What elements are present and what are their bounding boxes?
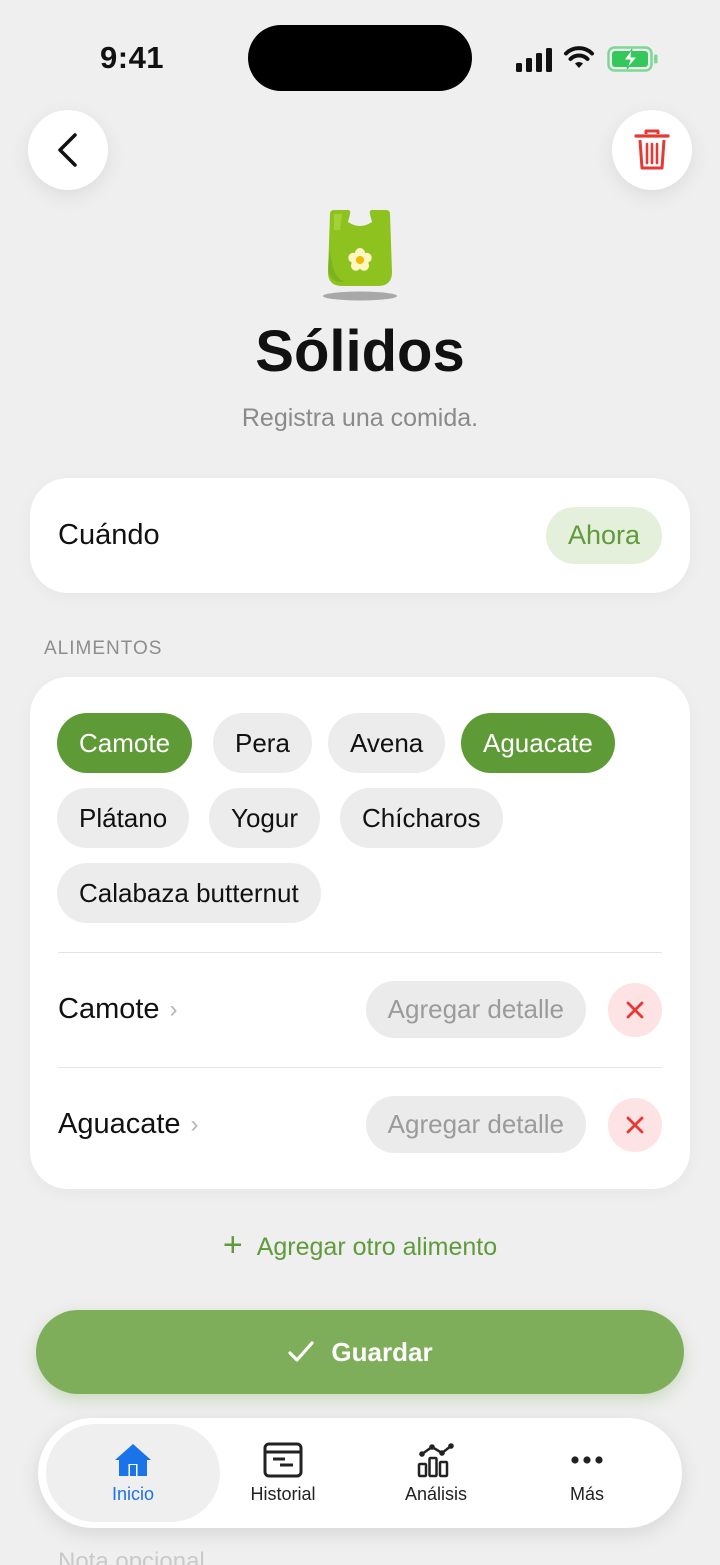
add-detail-button[interactable]: Agregar detalle	[365, 981, 586, 1038]
tab-label: Inicio	[111, 1483, 155, 1504]
wifi-icon	[564, 46, 594, 68]
divider	[58, 1067, 662, 1068]
tab-historial[interactable]: Historial	[196, 1424, 370, 1522]
close-icon	[626, 1001, 644, 1019]
trash-icon	[634, 129, 670, 170]
close-icon	[626, 1116, 644, 1134]
cellular-signal-icon	[516, 48, 552, 72]
chevron-right-icon: ›	[169, 995, 178, 1023]
remove-food-button[interactable]	[608, 1098, 662, 1152]
food-chip-platano[interactable]: Plátano	[57, 788, 190, 848]
food-chip-pera[interactable]: Pera	[213, 713, 312, 773]
tab-inicio[interactable]: Inicio	[46, 1424, 220, 1522]
save-button[interactable]: Guardar	[36, 1310, 684, 1394]
tab-analisis[interactable]: Análisis	[349, 1424, 523, 1522]
food-chip-aguacate[interactable]: Aguacate	[461, 713, 615, 773]
more-icon	[571, 1455, 603, 1464]
tab-label: Más	[569, 1483, 604, 1504]
selected-food-camote[interactable]: Camote ›	[58, 993, 178, 1026]
add-another-food-label: Agregar otro alimento	[256, 1232, 498, 1261]
selected-food-aguacate[interactable]: Aguacate ›	[58, 1108, 199, 1141]
remove-food-button[interactable]	[608, 983, 662, 1037]
plus-icon: +	[222, 1226, 243, 1264]
dynamic-island	[248, 25, 472, 91]
tab-label: Historial	[250, 1483, 316, 1504]
tab-bar: Inicio Historial Análisis Más	[38, 1418, 682, 1528]
food-chip-camote[interactable]: Camote	[57, 713, 193, 773]
chevron-right-icon: ›	[190, 1110, 199, 1138]
food-chip-chicharos[interactable]: Chícharos	[340, 788, 503, 848]
back-button[interactable]	[28, 110, 108, 190]
divider	[58, 952, 662, 953]
add-detail-button[interactable]: Agregar detalle	[365, 1096, 586, 1153]
tab-label: Análisis	[404, 1483, 468, 1504]
page-title: Sólidos	[255, 319, 465, 384]
checkmark-icon	[288, 1341, 315, 1362]
foods-section-label: ALIMENTOS	[44, 638, 163, 659]
bib-icon	[323, 210, 397, 301]
foods-card: Camote Pera Avena Aguacate Plátano Yogur…	[30, 677, 690, 1189]
page-subtitle: Registra una comida.	[241, 404, 479, 432]
analytics-icon	[417, 1442, 454, 1477]
food-chip-calabaza-butternut[interactable]: Calabaza butternut	[57, 863, 321, 923]
selected-food-name: Aguacate	[58, 1108, 181, 1140]
tab-mas[interactable]: Más	[500, 1424, 674, 1522]
status-bar: 9:41	[0, 0, 720, 110]
battery-charging-icon	[607, 46, 658, 72]
selected-food-name: Camote	[58, 993, 160, 1025]
when-card[interactable]: Cuándo Ahora	[30, 478, 690, 593]
note-field-label: Nota opcional	[58, 1548, 205, 1565]
add-another-food-link[interactable]: + Agregar otro alimento	[0, 1228, 720, 1262]
food-chip-avena[interactable]: Avena	[328, 713, 446, 773]
history-icon	[263, 1442, 303, 1477]
chevron-left-icon	[58, 133, 77, 167]
when-label: Cuándo	[58, 519, 160, 551]
save-label: Guardar	[331, 1336, 433, 1367]
delete-button[interactable]	[612, 110, 692, 190]
time-picker-button[interactable]: Ahora	[545, 507, 662, 564]
food-chip-yogur[interactable]: Yogur	[209, 788, 320, 848]
home-icon	[115, 1443, 151, 1476]
status-time: 9:41	[100, 40, 165, 75]
